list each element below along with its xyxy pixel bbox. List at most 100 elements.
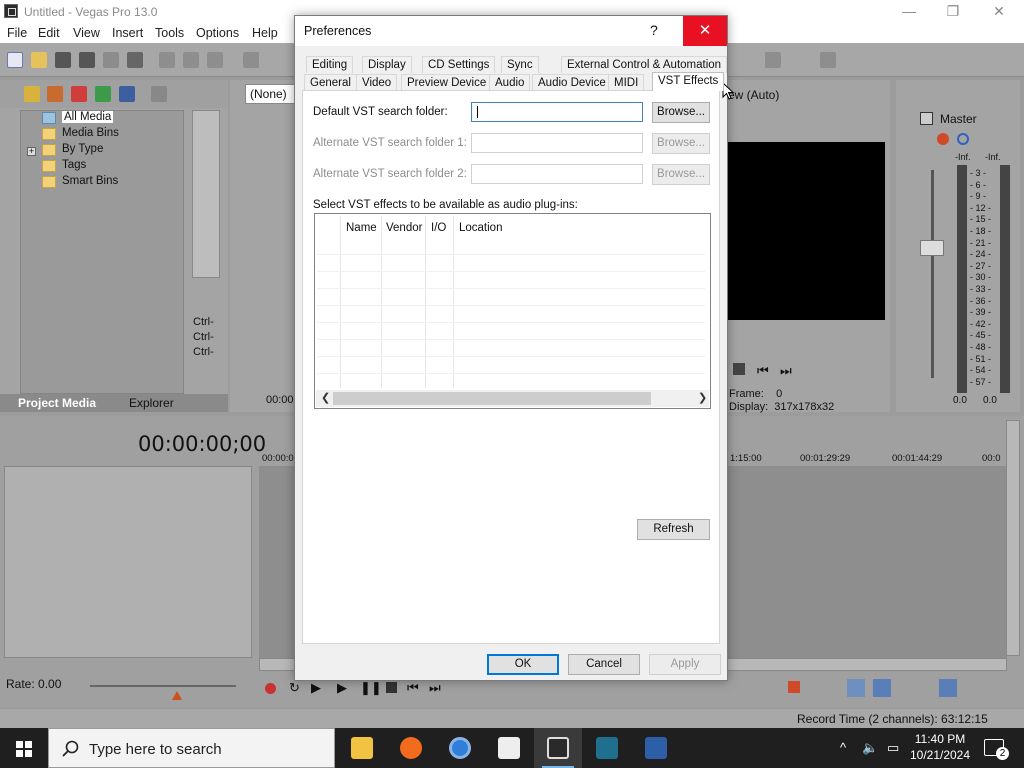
tab-video[interactable]: Video bbox=[356, 74, 398, 91]
capture-icon[interactable] bbox=[47, 86, 63, 102]
overlay-icon[interactable] bbox=[820, 52, 836, 68]
timeline-vscroll[interactable] bbox=[1006, 420, 1020, 656]
default-folder-input[interactable] bbox=[471, 102, 643, 122]
render-icon[interactable] bbox=[103, 52, 119, 68]
play-from-start-icon[interactable]: ▶ bbox=[311, 680, 321, 696]
stop-icon[interactable] bbox=[733, 363, 745, 375]
remove-icon[interactable] bbox=[151, 86, 167, 102]
column-vendor[interactable]: Vendor bbox=[386, 222, 422, 234]
scroll-right-icon[interactable]: ❯ bbox=[698, 391, 707, 404]
tree-item-media-bins[interactable]: Media Bins bbox=[42, 127, 119, 142]
column-location[interactable]: Location bbox=[459, 222, 502, 234]
vst-effects-list[interactable]: Name Vendor I/O Location ❮ ❯ bbox=[314, 213, 711, 409]
stop-transport-icon[interactable] bbox=[386, 682, 397, 693]
rate-slider[interactable] bbox=[90, 685, 236, 687]
trimmer-dropdown[interactable]: (None) bbox=[245, 84, 297, 104]
scroll-left-icon[interactable]: ❮ bbox=[321, 391, 330, 404]
minimize-button[interactable]: — bbox=[886, 0, 932, 23]
taskbar-search-box[interactable]: Type here to search bbox=[48, 728, 335, 768]
ok-button[interactable]: OK bbox=[487, 654, 559, 675]
prev-frame-icon[interactable]: ⏮ bbox=[757, 363, 769, 379]
master-fader-handle[interactable] bbox=[920, 240, 944, 256]
help-button[interactable]: ? bbox=[650, 22, 658, 38]
tab-external-control[interactable]: External Control & Automation bbox=[561, 56, 728, 73]
go-to-end-icon[interactable]: ⏭ bbox=[429, 680, 441, 696]
menu-insert[interactable]: Insert bbox=[112, 26, 143, 40]
tree-item-by-type[interactable]: By Type bbox=[42, 143, 103, 158]
tab-editing[interactable]: Editing bbox=[306, 56, 354, 73]
tab-project-media[interactable]: Project Media bbox=[18, 396, 96, 413]
play-icon[interactable]: ▶ bbox=[337, 680, 347, 696]
tree-item-all-media[interactable]: All Media bbox=[42, 111, 114, 126]
expand-icon[interactable]: + bbox=[27, 147, 36, 156]
taskbar-vegas-app[interactable] bbox=[583, 728, 631, 768]
go-to-start-icon[interactable]: ⏮ bbox=[407, 680, 419, 696]
zoom-tool-icon[interactable] bbox=[939, 679, 957, 697]
tab-vst-effects[interactable]: VST Effects bbox=[652, 72, 725, 91]
cut-icon[interactable] bbox=[159, 52, 175, 68]
menu-file[interactable]: File bbox=[7, 26, 27, 40]
preview-quality-dropdown[interactable]: ew (Auto) bbox=[728, 88, 779, 102]
snapshot-icon[interactable] bbox=[765, 52, 781, 68]
fx-icon[interactable] bbox=[937, 133, 949, 145]
restore-button[interactable]: ❐ bbox=[930, 0, 976, 23]
tab-midi[interactable]: MIDI bbox=[608, 74, 645, 91]
list-hscrollbar[interactable]: ❮ ❯ bbox=[316, 390, 709, 407]
taskbar-clock[interactable]: 11:40 PM 10/21/2024 bbox=[906, 731, 974, 763]
scroll-thumb[interactable] bbox=[333, 392, 651, 405]
tree-item-tags[interactable]: Tags bbox=[42, 159, 86, 174]
record-icon[interactable] bbox=[265, 683, 276, 694]
menu-edit[interactable]: Edit bbox=[38, 26, 60, 40]
tab-preview-device[interactable]: Preview Device bbox=[401, 74, 493, 91]
next-frame-icon[interactable]: ⏭ bbox=[780, 363, 792, 379]
get-media-icon[interactable] bbox=[71, 86, 87, 102]
taskbar-chrome[interactable] bbox=[436, 728, 484, 768]
network-icon[interactable]: ▭ bbox=[887, 740, 899, 756]
normal-edit-tool-icon[interactable] bbox=[847, 679, 865, 697]
tree-item-smart-bins[interactable]: Smart Bins bbox=[42, 175, 118, 190]
close-window-button[interactable]: ✕ bbox=[976, 0, 1022, 23]
taskbar-7zip[interactable] bbox=[485, 728, 533, 768]
refresh-button[interactable]: Refresh bbox=[637, 519, 710, 540]
tab-general[interactable]: General bbox=[304, 74, 357, 91]
menu-view[interactable]: View bbox=[73, 26, 100, 40]
column-io[interactable]: I/O bbox=[431, 222, 446, 234]
tab-audio-device[interactable]: Audio Device bbox=[532, 74, 612, 91]
tab-display[interactable]: Display bbox=[362, 56, 412, 73]
copy-icon[interactable] bbox=[183, 52, 199, 68]
alt1-folder-input[interactable] bbox=[471, 133, 643, 153]
menu-help[interactable]: Help bbox=[252, 26, 278, 40]
dialog-close-button[interactable]: ✕ bbox=[683, 16, 727, 46]
browse-default-button[interactable]: Browse... bbox=[652, 102, 710, 123]
save-icon[interactable] bbox=[55, 52, 71, 68]
tab-sync[interactable]: Sync bbox=[501, 56, 539, 73]
cancel-button[interactable]: Cancel bbox=[568, 654, 640, 675]
taskbar-vegas-pro[interactable] bbox=[534, 728, 582, 768]
web-icon[interactable] bbox=[95, 86, 111, 102]
tray-chevron-icon[interactable]: ^ bbox=[840, 740, 846, 755]
taskbar-file-explorer[interactable] bbox=[338, 728, 386, 768]
apply-button[interactable]: Apply bbox=[649, 654, 721, 675]
browse-alt1-button[interactable]: Browse... bbox=[652, 133, 710, 154]
taskbar-audio-app[interactable] bbox=[632, 728, 680, 768]
search-media-icon[interactable] bbox=[119, 86, 135, 102]
tab-audio[interactable]: Audio bbox=[489, 74, 531, 91]
trimmer-scroll[interactable] bbox=[192, 110, 220, 278]
import-media-icon[interactable] bbox=[24, 86, 40, 102]
pause-icon[interactable]: ❚❚ bbox=[360, 680, 382, 696]
properties-icon[interactable] bbox=[127, 52, 143, 68]
loop-icon[interactable]: ↻ bbox=[289, 680, 300, 696]
mute-icon[interactable] bbox=[957, 133, 969, 145]
start-button[interactable] bbox=[0, 728, 48, 768]
new-project-icon[interactable] bbox=[7, 52, 23, 68]
marker-icon[interactable] bbox=[788, 681, 800, 693]
undo-icon[interactable] bbox=[243, 52, 259, 68]
menu-options[interactable]: Options bbox=[196, 26, 239, 40]
envelope-tool-icon[interactable] bbox=[873, 679, 891, 697]
tab-cd-settings[interactable]: CD Settings bbox=[422, 56, 496, 73]
column-name[interactable]: Name bbox=[346, 222, 377, 234]
save-as-icon[interactable] bbox=[79, 52, 95, 68]
browse-alt2-button[interactable]: Browse... bbox=[652, 164, 710, 185]
tab-explorer[interactable]: Explorer bbox=[129, 396, 174, 413]
open-icon[interactable] bbox=[31, 52, 47, 68]
